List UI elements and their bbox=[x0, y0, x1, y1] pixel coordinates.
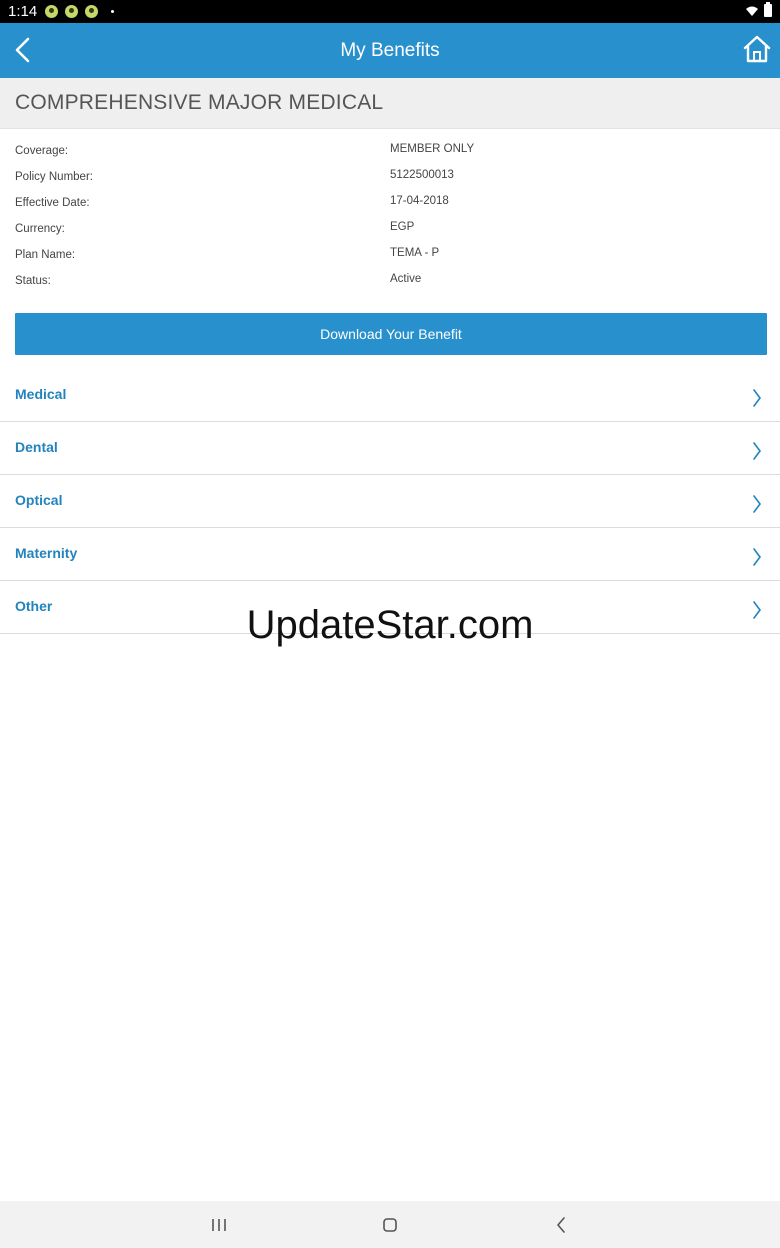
detail-value: 5122500013 bbox=[390, 169, 454, 181]
benefit-item-maternity[interactable]: Maternity bbox=[0, 528, 780, 581]
home-icon[interactable] bbox=[382, 1217, 398, 1233]
detail-value: EGP bbox=[390, 221, 415, 233]
detail-label: Status: bbox=[15, 275, 51, 287]
detail-row-plan-name: Plan Name: TEMA - P bbox=[0, 243, 780, 269]
plan-header: COMPREHENSIVE MAJOR MEDICAL bbox=[0, 78, 780, 129]
lime-notification-icon bbox=[85, 5, 99, 18]
battery-icon bbox=[764, 2, 772, 17]
detail-label: Policy Number: bbox=[15, 171, 93, 183]
chevron-right-icon bbox=[753, 389, 761, 407]
benefit-item-label: Medical bbox=[15, 386, 67, 402]
download-benefit-button[interactable]: Download Your Benefit bbox=[15, 313, 767, 355]
detail-row-status: Status: Active bbox=[0, 269, 780, 295]
benefit-item-dental[interactable]: Dental bbox=[0, 422, 780, 475]
plan-details: Coverage: MEMBER ONLY Policy Number: 512… bbox=[0, 139, 780, 295]
status-bar: 1:14 bbox=[0, 0, 780, 23]
home-icon[interactable] bbox=[742, 34, 772, 64]
detail-label: Currency: bbox=[15, 223, 65, 235]
benefit-category-list: Medical Dental Optical Maternity Other bbox=[0, 369, 780, 634]
detail-label: Plan Name: bbox=[15, 249, 76, 261]
chevron-right-icon bbox=[753, 442, 761, 460]
detail-row-coverage: Coverage: MEMBER ONLY bbox=[0, 139, 780, 165]
wifi-icon bbox=[746, 6, 758, 16]
back-icon[interactable] bbox=[555, 1216, 567, 1234]
chevron-right-icon bbox=[753, 495, 761, 513]
detail-label: Effective Date: bbox=[15, 197, 90, 209]
lime-notification-icon bbox=[45, 5, 59, 18]
benefit-item-medical[interactable]: Medical bbox=[0, 369, 780, 422]
detail-value: TEMA - P bbox=[390, 247, 440, 259]
lime-notification-icon bbox=[65, 5, 79, 18]
benefit-item-label: Maternity bbox=[15, 545, 78, 561]
benefit-item-optical[interactable]: Optical bbox=[0, 475, 780, 528]
detail-label: Coverage: bbox=[15, 145, 69, 157]
benefit-item-label: Dental bbox=[15, 439, 58, 455]
system-nav-bar bbox=[0, 1201, 780, 1248]
page-title: My Benefits bbox=[340, 39, 440, 61]
more-notifications-dot bbox=[111, 10, 115, 13]
status-right bbox=[745, 2, 772, 17]
detail-value: 17-04-2018 bbox=[390, 195, 449, 207]
back-arrow-icon[interactable] bbox=[10, 34, 38, 66]
watermark-text: UpdateStar.com bbox=[246, 603, 534, 647]
detail-value: MEMBER ONLY bbox=[390, 143, 475, 155]
status-time: 1:14 bbox=[8, 3, 38, 20]
benefit-item-label: Optical bbox=[15, 492, 63, 508]
detail-row-policy-number: Policy Number: 5122500013 bbox=[0, 165, 780, 191]
plan-title: COMPREHENSIVE MAJOR MEDICAL bbox=[15, 91, 384, 114]
detail-row-currency: Currency: EGP bbox=[0, 217, 780, 243]
detail-row-effective-date: Effective Date: 17-04-2018 bbox=[0, 191, 780, 217]
chevron-right-icon bbox=[753, 548, 761, 566]
detail-value: Active bbox=[390, 273, 422, 285]
app-bar: My Benefits bbox=[0, 23, 780, 78]
recents-icon[interactable] bbox=[210, 1217, 228, 1233]
status-app-icons bbox=[45, 5, 115, 18]
